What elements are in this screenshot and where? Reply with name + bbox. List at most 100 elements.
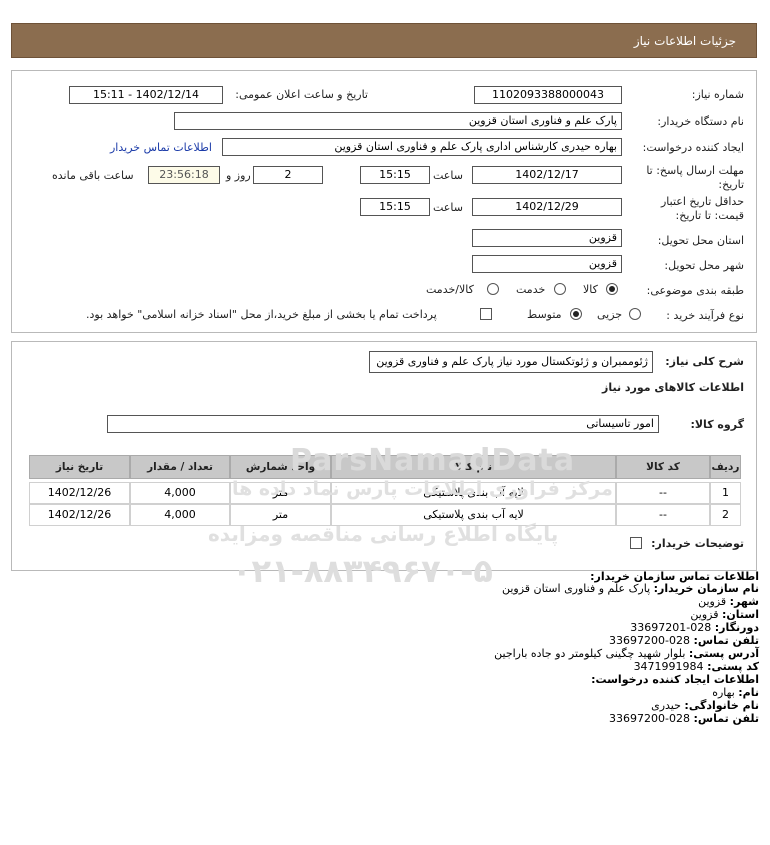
creator-family: حیدری [651,699,681,712]
creator-family-label: نام خانوادگی: [684,699,759,712]
contact-address-label: آدرس پستی: [688,647,759,660]
contact-postal-line: کد پستی: 3471991984 [634,660,759,673]
reply-time-label: ساعت [433,169,463,182]
goods-group-field[interactable]: امور تاسیساتی [107,415,659,433]
contact-fax-line: دورنگار: 028-33697201 [630,621,759,634]
contact-org-line: نام سازمان خریدار: پارک علم و فناوری است… [502,582,759,595]
process-minor-label: جزیی [597,308,623,321]
process-label: نوع فرآیند خرید : [666,309,744,322]
price-validity-label: حداقل تاریخ اعتبار [660,195,744,208]
summary-label: شرح کلی نیاز: [665,355,744,368]
need-details-page: جزئیات اطلاعات نیاز 0101 شماره نیاز: 110… [0,0,770,845]
contact-province-label: استان: [722,608,759,621]
creator-phone-label: تلفن تماس: [693,712,759,725]
contact-org-label: نام سازمان خریدار: [653,582,759,595]
province-label: استان محل تحویل: [657,234,744,247]
reply-deadline-label: مهلت ارسال پاسخ: تا [646,164,744,177]
contact-phone-line: تلفن تماس: 028-33697200 [609,634,759,647]
creator-label: ایجاد کننده درخواست: [642,141,744,154]
page-title: جزئیات اطلاعات نیاز [633,34,736,48]
table-cell-row: 1 [710,482,741,504]
price-validity-label-2: قیمت: تا تاریخ: [675,209,744,222]
buyer-notes-checkbox[interactable] [630,537,642,549]
category-goods-label: کالا [583,283,598,296]
creator-field[interactable]: بهاره حیدری کارشناس اداری پارک علم و فنا… [222,138,622,156]
table-cell-name: لایه آب بندی پلاستیکی [331,482,616,504]
col-code-header: کد کالا [616,455,710,479]
creator-name: بهاره [712,686,735,699]
buyer-notes-label: توضیحات خریدار: [651,537,744,550]
table-cell-unit: متر [230,504,331,526]
col-date-header: تاریخ نیاز [29,455,130,479]
process-medium-label: متوسط [527,308,562,321]
contact-fax-label: دورنگار: [714,621,759,634]
col-qty-header: تعداد / مقدار [130,455,230,479]
contact-city-line: شهر: قزوین [698,595,759,608]
col-row-header: ردیف [710,455,741,479]
need-number-label: شماره نیاز: [691,88,744,101]
buyer-contact-link[interactable]: اطلاعات تماس خریدار [110,141,212,154]
table-cell-unit: متر [230,482,331,504]
need-number-field[interactable]: 1102093388000043 [474,86,622,104]
creator-info-title: اطلاعات ایجاد کننده درخواست: [591,673,759,686]
reply-time-field[interactable]: 15:15 [360,166,430,184]
contact-province-line: استان: قزوین [690,608,759,621]
payment-note: پرداخت تمام یا بخشی از مبلغ خرید،از محل … [86,308,437,321]
table-cell-qty: 4,000 [130,482,230,504]
contact-city-label: شهر: [729,595,759,608]
table-cell-row: 2 [710,504,741,526]
buyer-org-field[interactable]: پارک علم و فناوری استان قزوین [174,112,622,130]
goods-info-title: اطلاعات کالاهای مورد نیاز [602,381,744,394]
category-goods-service-label: کالا/خدمت [426,283,474,296]
category-radio-goods-service[interactable] [487,283,499,295]
contact-phone-label: تلفن تماس: [693,634,759,647]
creator-family-line: نام خانوادگی: حیدری [651,699,759,712]
validity-time-field[interactable]: 15:15 [360,198,430,216]
announce-field[interactable]: 1402/12/14 - 15:11 [69,86,223,104]
creator-name-line: نام: بهاره [712,686,759,699]
contact-address: بلوار شهید چگینی کیلومتر دو جاده باراجین [494,647,686,660]
table-cell-date: 1402/12/26 [29,504,130,526]
contact-postal-label: کد پستی: [707,660,759,673]
reply-date-field[interactable]: 1402/12/17 [472,166,622,184]
announce-label: تاریخ و ساعت اعلان عمومی: [235,88,368,101]
page-header: جزئیات اطلاعات نیاز [11,23,757,58]
reply-deadline-label-2: تاریخ: [718,178,744,191]
creator-phone-line: تلفن تماس: 028-33697200 [609,712,759,725]
category-label: طبقه بندی موضوعی: [646,284,744,297]
contact-org: پارک علم و فناوری استان قزوین [501,582,651,595]
category-service-label: خدمت [516,283,546,296]
remaining-time-field: 23:56:18 [148,166,220,184]
col-name-header: نام کالا [331,455,616,479]
days-label: روز و [226,169,251,182]
days-field[interactable]: 2 [253,166,323,184]
contact-fax: 028-33697201 [630,621,712,634]
table-cell-code: -- [616,482,710,504]
process-radio-medium[interactable] [570,308,582,320]
contact-phone: 028-33697200 [609,634,691,647]
creator-name-label: نام: [738,686,759,699]
treasury-checkbox[interactable] [480,308,492,320]
contact-address-line: آدرس پستی: بلوار شهید چگینی کیلومتر دو ج… [494,647,759,660]
contact-postal: 3471991984 [633,660,704,673]
table-cell-qty: 4,000 [130,504,230,526]
goods-group-label: گروه کالا: [690,418,744,431]
process-radio-minor[interactable] [629,308,641,320]
validity-date-field[interactable]: 1402/12/29 [472,198,622,216]
city-label: شهر محل تحویل: [664,259,744,272]
contact-city: قزوین [698,595,727,608]
remaining-label: ساعت باقی مانده [52,169,134,182]
contact-province: قزوین [690,608,719,621]
table-cell-name: لایه آب بندی پلاستیکی [331,504,616,526]
creator-phone: 028-33697200 [609,712,691,725]
buyer-org-label: نام دستگاه خریدار: [657,115,744,128]
city-field[interactable]: قزوین [472,255,622,273]
table-cell-code: -- [616,504,710,526]
col-unit-header: واحد شمارش [230,455,331,479]
category-radio-service[interactable] [554,283,566,295]
province-field[interactable]: قزوین [472,229,622,247]
category-radio-goods[interactable] [606,283,618,295]
summary-field[interactable]: ژئوممبران و ژئوتکستال مورد نیاز پارک علم… [369,351,653,373]
table-cell-date: 1402/12/26 [29,482,130,504]
validity-time-label: ساعت [433,201,463,214]
